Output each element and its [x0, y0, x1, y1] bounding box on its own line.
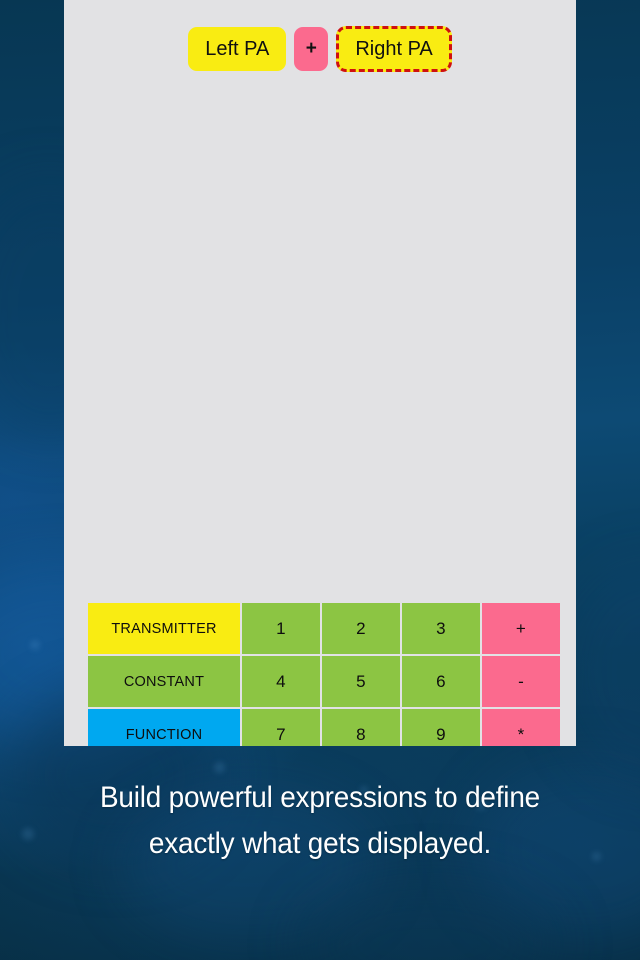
key-transmitter[interactable]: TRANSMITTER: [88, 603, 240, 654]
key-6[interactable]: 6: [402, 656, 480, 707]
key-plus[interactable]: +: [482, 603, 560, 654]
expression-token-right-pa-selected[interactable]: Right PA: [336, 26, 452, 72]
key-4[interactable]: 4: [242, 656, 320, 707]
keypad-grid: TRANSMITTER 1 2 3 + CONSTANT 4 5 6 - FUN…: [88, 603, 560, 746]
key-constant[interactable]: CONSTANT: [88, 656, 240, 707]
expression-bar: Left PA + Right PA: [64, 0, 576, 98]
key-minus[interactable]: -: [482, 656, 560, 707]
expression-token-left-pa[interactable]: Left PA: [188, 27, 287, 71]
key-2[interactable]: 2: [322, 603, 400, 654]
caption-line-1: Build powerful expressions to define: [100, 781, 540, 814]
key-function[interactable]: FUNCTION: [88, 709, 240, 746]
key-9[interactable]: 9: [402, 709, 480, 746]
key-1[interactable]: 1: [242, 603, 320, 654]
caption-line-2: exactly what gets displayed.: [148, 827, 492, 860]
key-3[interactable]: 3: [402, 603, 480, 654]
expression-token-plus-operator[interactable]: +: [294, 27, 329, 71]
app-screenshot-panel: Left PA + Right PA TRANSMITTER 1 2 3 + C…: [64, 0, 576, 746]
key-5[interactable]: 5: [322, 656, 400, 707]
key-multiply[interactable]: *: [482, 709, 560, 746]
key-8[interactable]: 8: [322, 709, 400, 746]
key-7[interactable]: 7: [242, 709, 320, 746]
expression-workspace-area: [64, 98, 576, 603]
screenshot-root: Left PA + Right PA TRANSMITTER 1 2 3 + C…: [0, 0, 640, 960]
promo-caption: Build powerful expressions to define exa…: [22, 775, 617, 867]
